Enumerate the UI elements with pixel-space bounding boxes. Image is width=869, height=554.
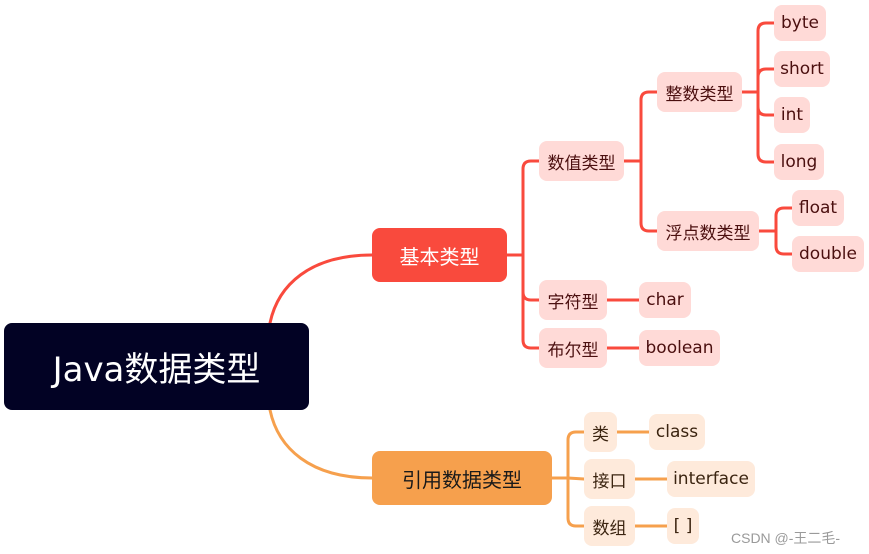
link-integer-0 [756,21,776,94]
link-reference-2 [566,476,586,528]
integer-types-node[interactable]: 整数类型 [657,72,742,112]
link-reference-1 [566,476,586,481]
boolean-node[interactable]: boolean [639,330,720,366]
link-numeric-0 [639,90,659,163]
short-node[interactable]: short [774,51,830,87]
link-integer-1 [756,67,776,94]
link-floating-0 [774,206,794,233]
byte-node[interactable]: byte [774,5,826,41]
primitive-types-node[interactable]: 基本类型 [372,228,507,282]
float-node[interactable]: float [792,190,844,226]
watermark: CSDN @-王二毛- [731,530,841,546]
array-node[interactable]: [ ] [667,508,699,544]
link-primitive-1 [521,253,541,302]
long-node[interactable]: long [774,144,824,180]
double-node[interactable]: double [792,236,864,272]
class-type-node[interactable]: 类 [584,412,617,452]
link-root-primitive [268,253,374,325]
interface-type-node[interactable]: 接口 [584,459,635,499]
root-node[interactable]: Java数据类型 [4,323,309,410]
numeric-types-node[interactable]: 数值类型 [539,141,624,181]
array-type-node[interactable]: 数组 [584,506,635,546]
link-reference-0 [566,430,586,480]
floating-types-node[interactable]: 浮点数类型 [657,211,759,251]
link-floating-1 [774,229,794,256]
char-node[interactable]: char [639,282,691,318]
link-numeric-1 [639,159,659,233]
interface-node[interactable]: interface [667,461,755,497]
character-type-node[interactable]: 字符型 [539,280,607,320]
int-node[interactable]: int [774,97,810,133]
class-node[interactable]: class [649,414,705,450]
reference-types-node[interactable]: 引用数据类型 [372,451,552,505]
link-primitive-0 [521,159,541,257]
boolean-type-node[interactable]: 布尔型 [539,328,607,368]
link-root-reference [268,408,374,480]
link-integer-3 [756,90,776,164]
link-integer-2 [756,90,776,117]
